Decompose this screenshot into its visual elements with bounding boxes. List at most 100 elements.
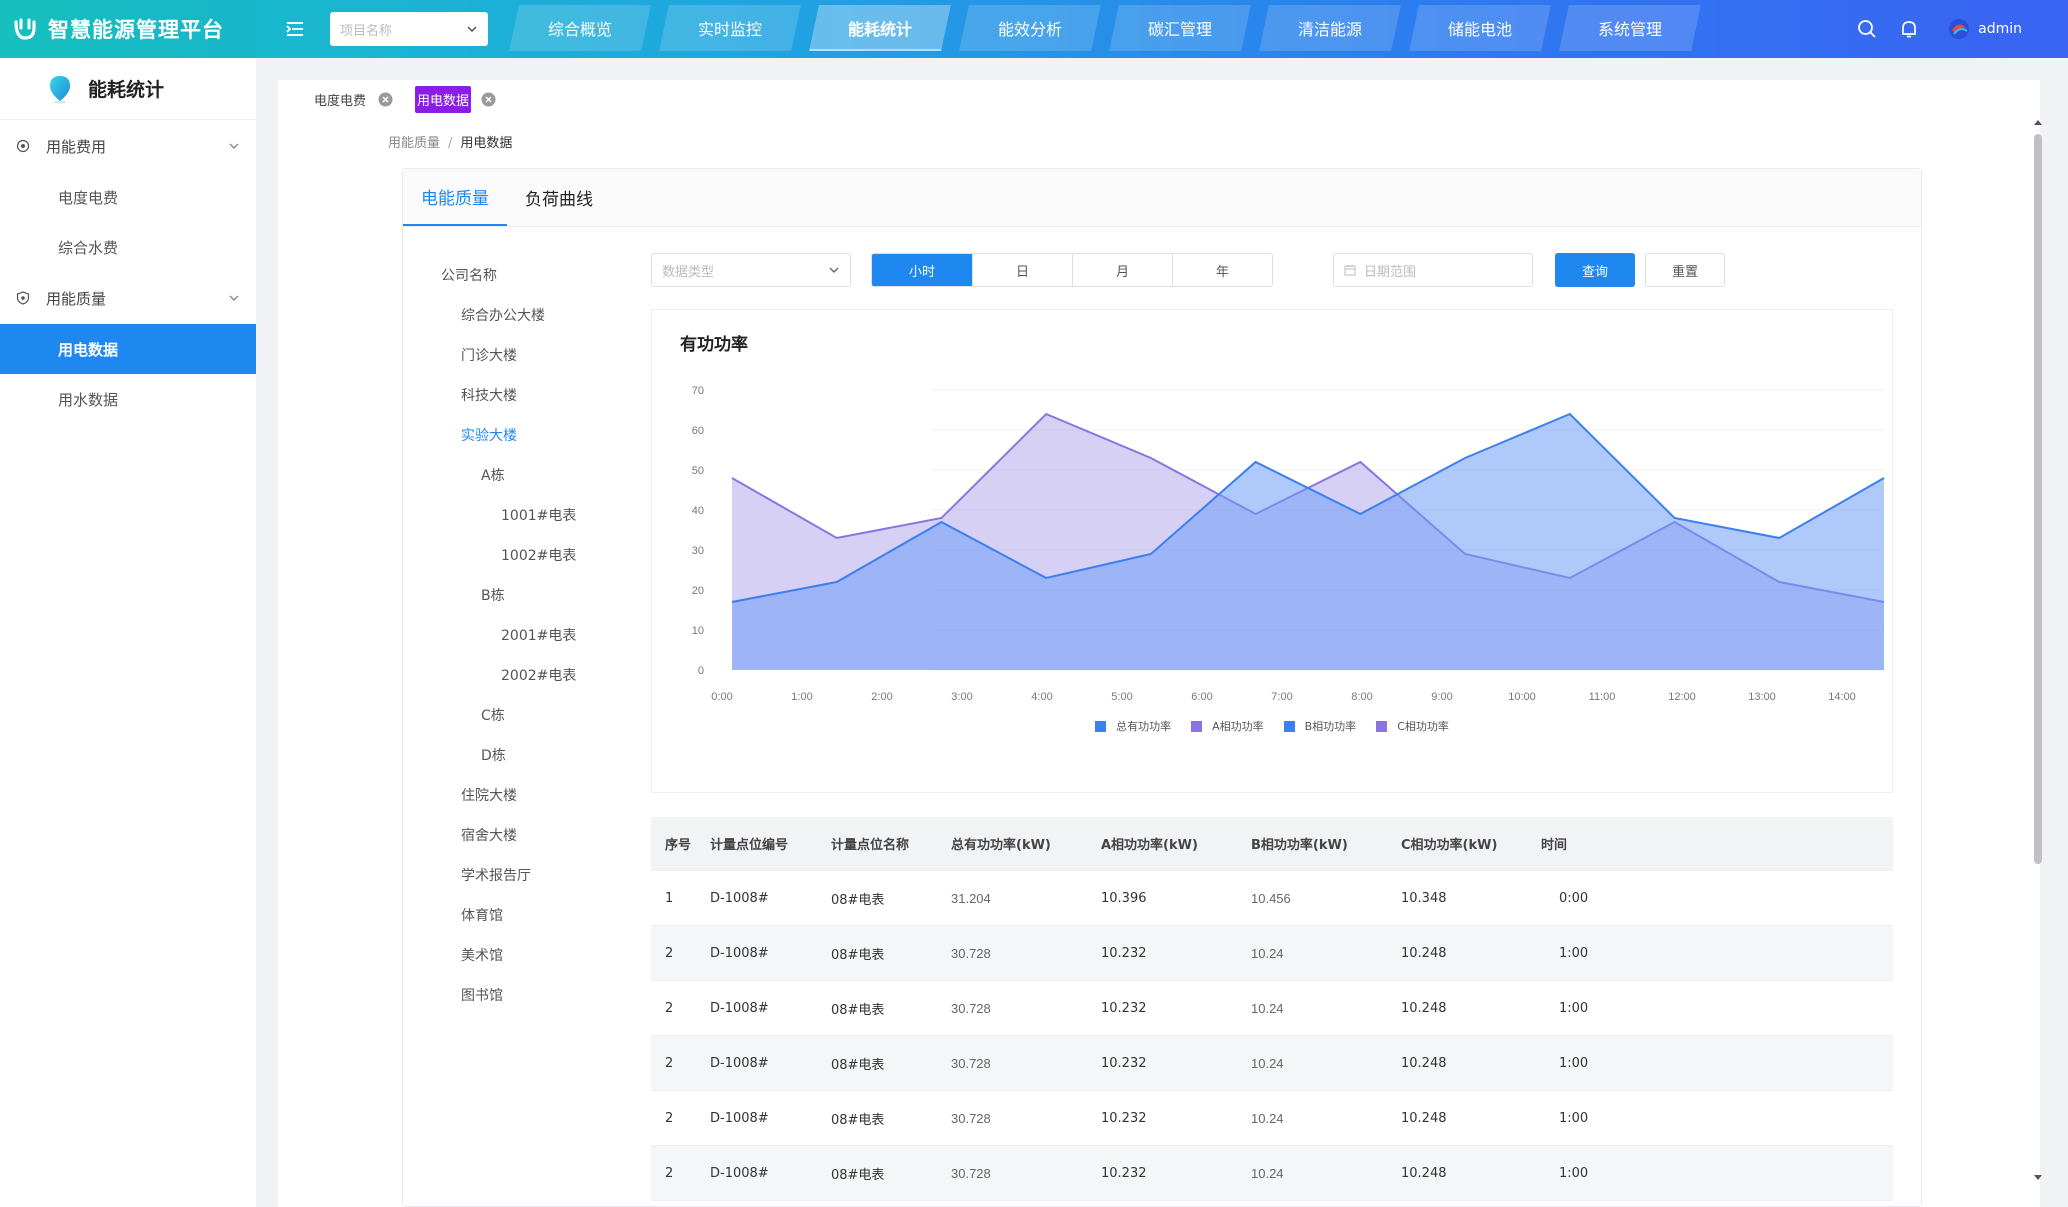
sidebar-item-electricity-data[interactable]: 用电数据 [0, 324, 256, 374]
table-cell: 10.24 [1251, 945, 1284, 961]
legend-item[interactable]: C相功功率 [1376, 718, 1449, 734]
nav-clean-energy[interactable]: 清洁能源 [1259, 5, 1401, 51]
sidebar-header: 能耗统计 [0, 58, 256, 120]
table-cell: 30.728 [951, 945, 991, 961]
sidebar-item-water-fee[interactable]: 综合水费 [0, 222, 256, 272]
query-button[interactable]: 查询 [1555, 253, 1635, 287]
tree-root-company[interactable]: 公司名称 [403, 255, 643, 295]
nav-efficiency-analysis[interactable]: 能效分析 [959, 5, 1101, 51]
nav-overview[interactable]: 综合概览 [509, 5, 651, 51]
period-month-button[interactable]: 月 [1072, 254, 1172, 286]
table-cell: 1:00 [1559, 945, 1589, 961]
data-type-select[interactable]: 数据类型 [651, 253, 851, 287]
tree-node-outpatient-building[interactable]: 门诊大楼 [403, 335, 643, 375]
table-cell: 10.248 [1401, 945, 1447, 961]
table-cell: 1:00 [1559, 1055, 1589, 1071]
sidebar-group-energy-quality[interactable]: 用能质量 [0, 272, 256, 324]
legend-item[interactable]: B相功功率 [1283, 718, 1356, 734]
close-icon[interactable] [378, 92, 393, 107]
tree-node-gym[interactable]: 体育馆 [403, 895, 643, 935]
x-tick-label: 1:00 [791, 691, 812, 703]
vertical-scrollbar[interactable] [2030, 114, 2046, 1186]
table-header-row: 序号 计量点位编号 计量点位名称 总有功功率(kW) A相功功率(kW) B相功功率(kW… [651, 817, 1893, 871]
legend-item[interactable]: 总有功功率 [1095, 718, 1171, 734]
sidebar-item-electricity-fee[interactable]: 电度电费 [0, 172, 256, 222]
tree-node-meter-1001[interactable]: 1001#电表 [403, 495, 643, 535]
sidebar: 能耗统计 用能费用 电度电费 综合水费 用能质量 用电数据 用水数据 [0, 58, 256, 1207]
bell-icon[interactable] [1898, 18, 1920, 40]
period-hour-button[interactable]: 小时 [872, 254, 972, 286]
table-cell: 08#电表 [831, 1167, 885, 1183]
tree-node-b-block[interactable]: B栋 [403, 575, 643, 615]
tree-node-d-block[interactable]: D栋 [403, 735, 643, 775]
table-cell: 10.24 [1251, 1055, 1284, 1071]
tree-node-meter-2001[interactable]: 2001#电表 [403, 615, 643, 655]
x-tick-label: 4:00 [1031, 691, 1052, 703]
tree-node-library[interactable]: 图书馆 [403, 975, 643, 1015]
table-row[interactable]: 2 D-1008# 08#电表 30.728 10.232 10.24 10.248 1:00 [651, 981, 1893, 1036]
tree-node-lecture-hall[interactable]: 学术报告厅 [403, 855, 643, 895]
project-select[interactable]: 项目名称 [330, 12, 488, 46]
table-row[interactable]: 1 D-1008# 08#电表 31.204 10.396 10.456 10.348 0:0… [651, 871, 1893, 926]
legend-swatch [1191, 720, 1203, 732]
x-tick-label: 0:00 [711, 691, 732, 703]
tree-node-meter-1002[interactable]: 1002#电表 [403, 535, 643, 575]
tree-node-a-block[interactable]: A栋 [403, 455, 643, 495]
nav-realtime-monitor[interactable]: 实时监控 [659, 5, 801, 51]
header-tools: admin [1836, 0, 2022, 58]
reset-button[interactable]: 重置 [1645, 253, 1725, 287]
table-cell: 10.24 [1251, 1165, 1284, 1181]
sidebar-group-energy-cost[interactable]: 用能费用 [0, 120, 256, 172]
tree-node-c-block[interactable]: C栋 [403, 695, 643, 735]
shield-icon [16, 291, 30, 305]
tree-node-dormitory[interactable]: 宿舍大楼 [403, 815, 643, 855]
table-cell: 10.24 [1251, 1000, 1284, 1016]
tree-node-art-gallery[interactable]: 美术馆 [403, 935, 643, 975]
table-cell: 0:00 [1559, 890, 1589, 906]
avatar[interactable] [1948, 18, 1970, 40]
user-name[interactable]: admin [1978, 21, 2022, 37]
tag-electricity-data[interactable]: 用电数据 [415, 86, 496, 113]
tab-power-quality[interactable]: 电能质量 [403, 169, 507, 226]
sidebar-item-water-data[interactable]: 用水数据 [0, 374, 256, 424]
table-row[interactable]: 2 D-1008# 08#电表 30.728 10.232 10.24 10.248 1:00 [651, 926, 1893, 981]
tag-electricity-fee[interactable]: 电度电费 [312, 87, 393, 112]
tree-node-lab-building[interactable]: 实验大楼 [403, 415, 643, 455]
org-tree: 公司名称 综合办公大楼 门诊大楼 科技大楼 实验大楼 A栋 1001#电表 1002#电表 B栋… [403, 255, 643, 1015]
power-data-table: 序号 计量点位编号 计量点位名称 总有功功率(kW) A相功功率(kW) B相功功率(kW… [651, 817, 1893, 1201]
x-tick-label: 8:00 [1351, 691, 1372, 703]
menu-toggle-icon[interactable] [284, 18, 306, 40]
search-icon[interactable] [1856, 18, 1878, 40]
tree-node-meter-2002[interactable]: 2002#电表 [403, 655, 643, 695]
legend-swatch [1283, 720, 1295, 732]
table-row[interactable]: 2 D-1008# 08#电表 30.728 10.232 10.24 10.248 1:00 [651, 1036, 1893, 1091]
tree-node-inpatient-building[interactable]: 住院大楼 [403, 775, 643, 815]
table-cell: 2 [665, 1055, 674, 1071]
table-cell: 10.248 [1401, 1110, 1447, 1126]
nav-system-management[interactable]: 系统管理 [1559, 5, 1701, 51]
legend-item[interactable]: A相功功率 [1191, 718, 1264, 734]
tree-node-office-building[interactable]: 综合办公大楼 [403, 295, 643, 335]
nav-storage-battery[interactable]: 储能电池 [1409, 5, 1551, 51]
tree-node-tech-building[interactable]: 科技大楼 [403, 375, 643, 415]
scrollbar-thumb[interactable] [2034, 134, 2042, 864]
date-range-placeholder: 日期范围 [1364, 264, 1417, 280]
period-segmented-control: 小时 日 月 年 [871, 253, 1273, 287]
nav-carbon-management[interactable]: 碳汇管理 [1109, 5, 1251, 51]
nav-energy-statistics[interactable]: 能耗统计 [809, 5, 951, 51]
breadcrumb-parent[interactable]: 用能质量 [388, 136, 440, 151]
table-row[interactable]: 2 D-1008# 08#电表 30.728 10.232 10.24 10.248 1:00 [651, 1091, 1893, 1146]
app-logo[interactable]: 智慧能源管理平台 [0, 0, 256, 58]
breadcrumb-current: 用电数据 [460, 136, 513, 151]
table-cell: 2 [665, 1000, 674, 1016]
date-range-input[interactable]: 日期范围 [1333, 253, 1533, 287]
period-day-button[interactable]: 日 [972, 254, 1072, 286]
main-panel: 电度电费 用电数据 用能质量 / 用电数据 电能质量 负荷曲线 公司名称 综合办公大楼… [278, 80, 2042, 1207]
scroll-up-arrow-icon[interactable] [2033, 118, 2043, 128]
chevron-down-icon [229, 143, 239, 149]
period-year-button[interactable]: 年 [1172, 254, 1272, 286]
scroll-down-arrow-icon[interactable] [2033, 1172, 2043, 1182]
tab-load-curve[interactable]: 负荷曲线 [507, 169, 611, 226]
table-row[interactable]: 2 D-1008# 08#电表 30.728 10.232 10.24 10.248 1:00 [651, 1146, 1893, 1201]
close-icon[interactable] [481, 92, 496, 107]
